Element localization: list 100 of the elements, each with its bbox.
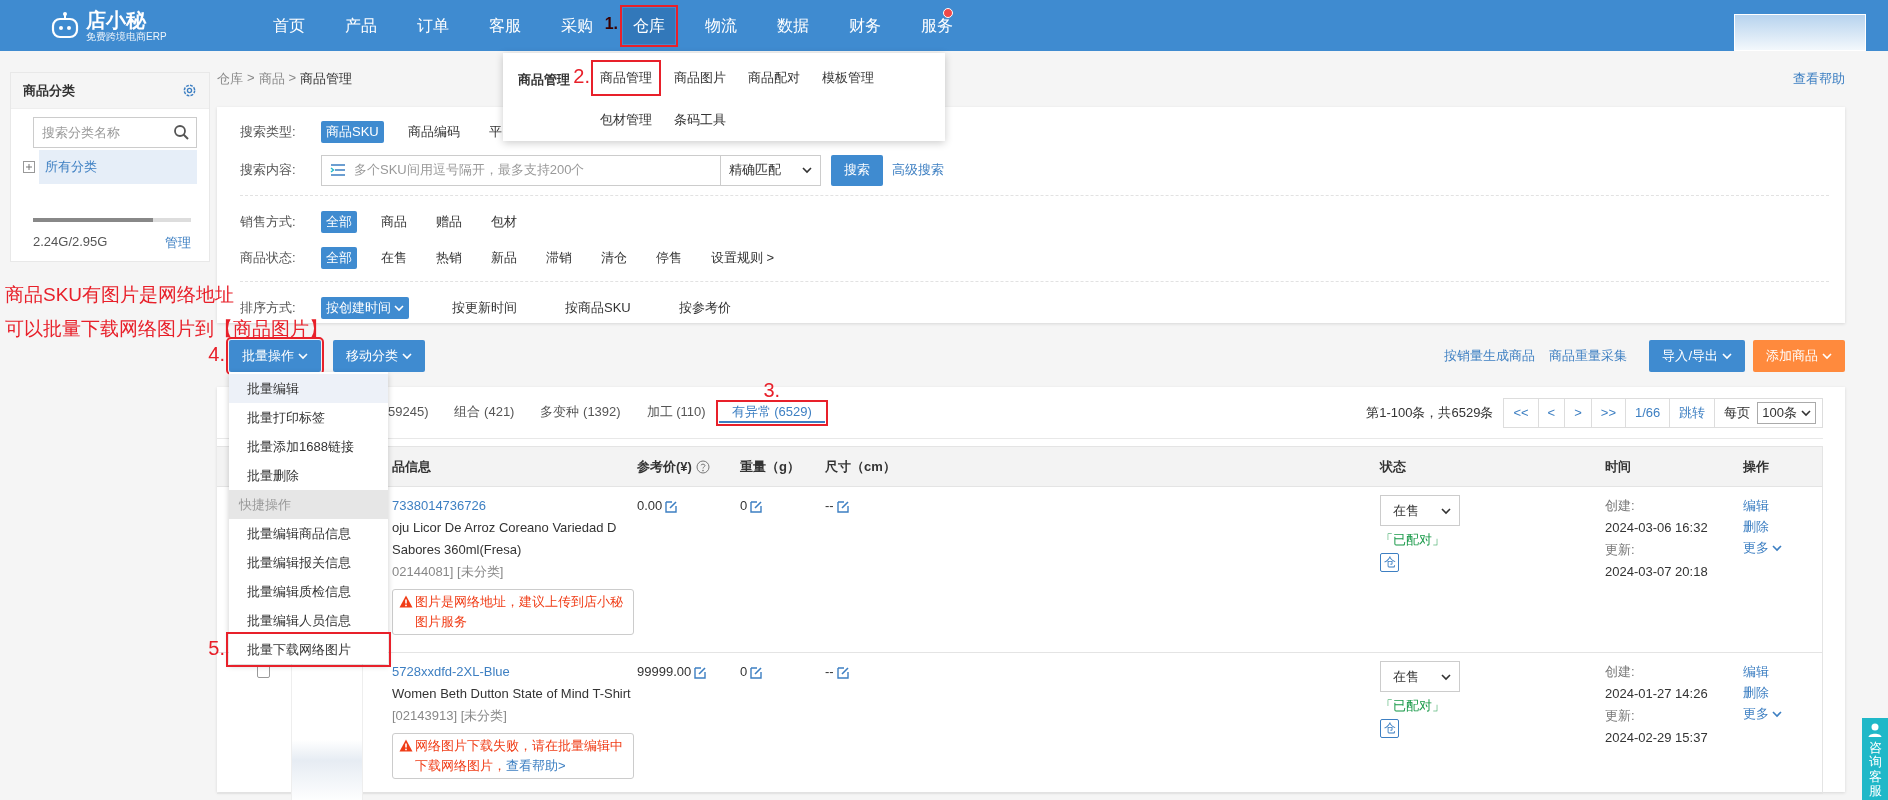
nav-item[interactable]: 客服 [479, 7, 531, 44]
page-button[interactable]: >> [1591, 398, 1626, 427]
filter-option[interactable]: 商品 [376, 211, 412, 233]
menu-item[interactable]: 批量添加1688链接 [229, 432, 388, 461]
filter-option[interactable]: 清仓 [596, 247, 632, 269]
manage-link[interactable]: 管理 [165, 234, 191, 252]
submenu-item[interactable]: 商品管理 [594, 63, 658, 93]
dropdown-button[interactable]: 移动分类 [333, 340, 425, 372]
nav-item[interactable]: 产品 [335, 7, 387, 44]
size-value: -- [825, 663, 834, 681]
toolbar-link[interactable]: 按销量生成商品 [1444, 347, 1536, 365]
filter-option[interactable]: 按创建时间 [321, 297, 409, 319]
price-value: 99999.00 [637, 663, 692, 681]
warehouse-tag: 仓 [1380, 553, 1399, 572]
filter-option[interactable]: 按参考价 [673, 297, 736, 319]
help-link[interactable]: 查看帮助> [506, 758, 566, 773]
filter-option[interactable]: 商品编码 [402, 121, 465, 143]
time-label: 更新: [1605, 541, 1636, 559]
filter-option[interactable]: 新品 [486, 247, 522, 269]
filter-option[interactable]: 商品SKU [321, 121, 384, 143]
filter-option[interactable]: 包材 [486, 211, 522, 233]
page-button[interactable]: > [1565, 398, 1592, 427]
nav-item[interactable]: 采购 [551, 7, 603, 44]
filter-option[interactable]: 停售 [651, 247, 687, 269]
submenu-item[interactable]: 包材管理 [594, 105, 658, 135]
jump-button[interactable]: 跳转 [1670, 398, 1716, 427]
breadcrumb-item[interactable]: 商品管理 [300, 70, 353, 88]
nav-item[interactable]: 首页 [263, 7, 315, 44]
tab[interactable]: 多变种 (1392) [527, 402, 634, 423]
search-field[interactable]: 搜索分类名称 [33, 117, 197, 148]
menu-item[interactable]: 批量编辑商品信息 [229, 519, 388, 548]
page-indicator[interactable]: 1/66 [1626, 398, 1671, 427]
step-number: 2. [573, 64, 590, 87]
menu-item[interactable]: 批量删除 [229, 461, 388, 490]
filter-option[interactable]: 滞销 [541, 247, 577, 269]
breadcrumb-item[interactable]: 商品 [258, 70, 285, 88]
filter-option[interactable]: 在售 [376, 247, 412, 269]
nav-item[interactable]: 物流 [695, 7, 747, 44]
size-value: -- [825, 497, 834, 515]
submenu-item[interactable]: 商品图片 [668, 63, 732, 93]
filter-option[interactable]: 按商品SKU [560, 297, 636, 319]
more-dropdown[interactable]: 更多 [1743, 537, 1822, 558]
nav-item[interactable]: 财务 [839, 7, 891, 44]
edit-icon [836, 665, 850, 679]
nav-item[interactable]: 仓库 [623, 7, 675, 44]
submenu-item[interactable]: 条码工具 [668, 105, 732, 135]
filter-option[interactable]: 按更新时间 [447, 297, 522, 319]
filter-label: 商品状态: [240, 249, 297, 267]
action-link[interactable]: 删除 [1743, 516, 1822, 537]
filter-option[interactable]: 热销 [431, 247, 467, 269]
action-link[interactable]: 编辑 [1743, 495, 1822, 516]
filter-option[interactable]: 赠品 [431, 211, 467, 233]
filter-label: 排序方式: [240, 299, 297, 317]
status-select[interactable]: 在售 [1380, 661, 1460, 692]
per-page-select[interactable]: 100条 [1757, 401, 1816, 424]
submenu-item[interactable]: 模板管理 [816, 63, 880, 93]
filter-option[interactable]: 全部 [321, 211, 357, 233]
nav-item[interactable]: 订单 [407, 7, 459, 44]
filter-option[interactable]: 全部 [321, 247, 357, 269]
toolbar-link[interactable]: 商品重量采集 [1549, 347, 1628, 365]
sku-link[interactable]: 7338014736726 [392, 498, 486, 513]
tab[interactable]: 加工 (110) [633, 402, 719, 423]
menu-item[interactable]: 批量编辑人员信息 [229, 606, 388, 635]
action-link[interactable]: 删除 [1743, 682, 1822, 703]
status-select[interactable]: 在售 [1380, 495, 1460, 526]
dropdown-button[interactable]: 批量操作 [229, 340, 321, 372]
dropdown-button[interactable]: 导入/导出 [1649, 340, 1745, 372]
help-link[interactable]: 查看帮助 [1793, 70, 1845, 88]
chat-support-button[interactable]: 咨询客服 [1862, 718, 1888, 800]
page-button[interactable]: << [1504, 398, 1539, 427]
nav-item[interactable]: 服务 [911, 7, 963, 44]
step-number: 1. [604, 13, 618, 34]
step-number: 4. [208, 342, 225, 365]
search-field[interactable]: 多个SKU间用逗号隔开，最多支持200个 [321, 154, 721, 186]
more-dropdown[interactable]: 更多 [1743, 703, 1822, 724]
weight-value: 0 [740, 497, 748, 515]
menu-item[interactable]: 批量下载网络图片 [229, 635, 388, 664]
nav-item[interactable]: 数据 [767, 7, 819, 44]
menu-item[interactable]: 批量编辑 [229, 374, 388, 403]
tab[interactable]: 有异常 (6529) [718, 402, 825, 423]
submenu-item[interactable]: 商品配对 [742, 63, 806, 93]
tree-item[interactable]: 所有分类 [39, 150, 197, 184]
filter-option[interactable]: 设置规则 > [706, 247, 780, 269]
page-button[interactable]: < [1538, 398, 1566, 427]
advanced-search-link[interactable]: 高级搜索 [892, 161, 944, 179]
menu-item[interactable]: 批量打印标签 [229, 403, 388, 432]
sku-link[interactable]: 5728xxdfd-2XL-Blue [392, 664, 510, 679]
search-button[interactable]: 搜索 [831, 154, 883, 186]
warning-text: 网络图片下载失败，请在批量编辑中下载网络图片，查看帮助> [415, 737, 624, 775]
breadcrumb-item[interactable]: 仓库 [217, 70, 243, 88]
tab[interactable]: 组合 (421) [441, 402, 528, 423]
match-select[interactable]: 精确匹配 [721, 154, 821, 186]
caret-icon [1822, 352, 1832, 360]
filter-option[interactable]: 平 [483, 121, 507, 143]
edit-icon [750, 499, 764, 513]
menu-item[interactable]: 批量编辑报关信息 [229, 548, 388, 577]
pairing-status: 「已配对」 [1380, 531, 1446, 549]
dropdown-button[interactable]: 添加商品 [1753, 340, 1845, 372]
action-link[interactable]: 编辑 [1743, 661, 1822, 682]
menu-item[interactable]: 批量编辑质检信息 [229, 577, 388, 606]
